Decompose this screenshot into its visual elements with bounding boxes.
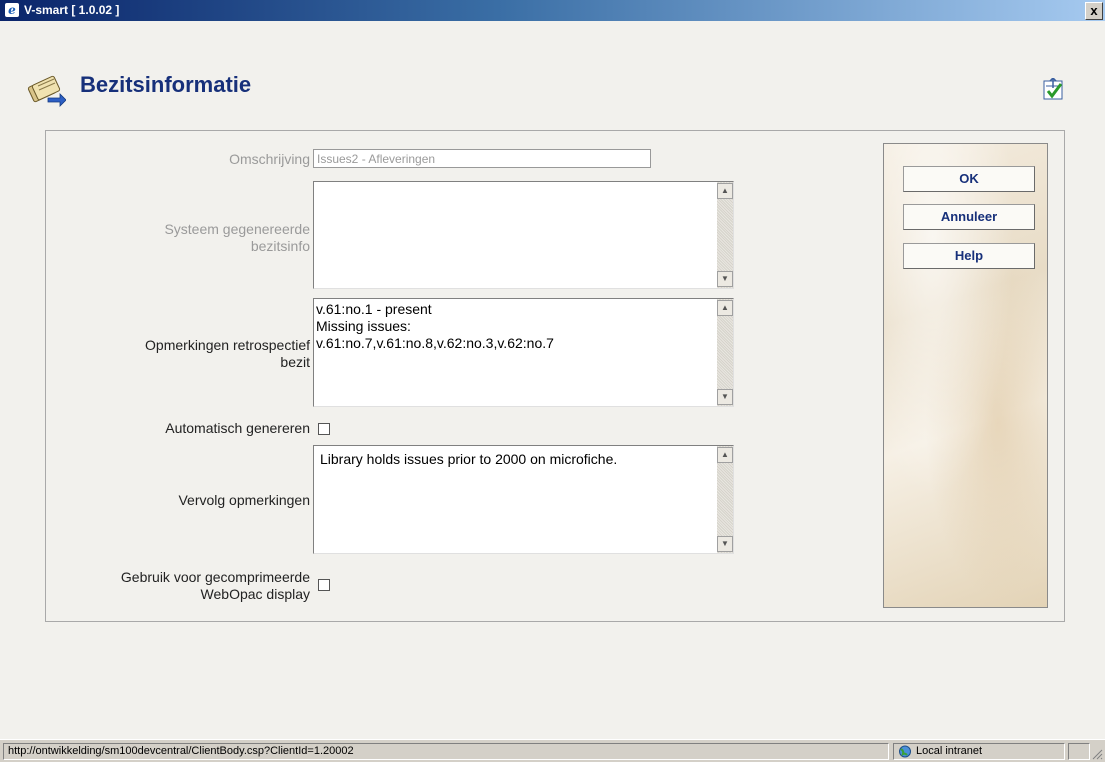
opmerkingen-retro-scrollbar[interactable]: ▲ ▼ <box>717 299 733 406</box>
opmerkingen-retro-label-line1: Opmerkingen retrospectief <box>145 337 310 353</box>
systeem-label-line2: bezitsinfo <box>250 238 310 254</box>
status-url: http://ontwikkelding/sm100devcentral/Cli… <box>3 743 889 760</box>
systeem-textarea[interactable]: ▲ ▼ <box>313 181 734 289</box>
omschrijving-label: Omschrijving <box>229 151 310 167</box>
automatisch-label: Automatisch genereren <box>165 420 310 436</box>
status-bar: http://ontwikkelding/sm100devcentral/Cli… <box>0 739 1105 762</box>
button-panel: OK Annuleer Help <box>883 143 1048 608</box>
scroll-down-icon[interactable]: ▼ <box>717 271 733 287</box>
vervolg-textarea[interactable]: Library holds issues prior to 2000 on mi… <box>313 445 734 554</box>
holdings-icon <box>27 75 66 107</box>
close-button[interactable]: x <box>1085 2 1103 20</box>
status-segment <box>1068 743 1090 760</box>
opmerkingen-retro-textarea[interactable]: v.61:no.1 - present Missing issues: v.61… <box>313 298 734 407</box>
browser-icon: e <box>5 3 19 17</box>
scroll-down-icon[interactable]: ▼ <box>717 389 733 405</box>
navigate-check-icon[interactable] <box>1043 78 1065 100</box>
ok-button[interactable]: OK <box>903 166 1035 192</box>
scroll-up-icon[interactable]: ▲ <box>717 183 733 199</box>
annuleer-button[interactable]: Annuleer <box>903 204 1035 230</box>
opmerkingen-retro-value: v.61:no.1 - present Missing issues: v.61… <box>316 301 554 351</box>
page-title: Bezitsinformatie <box>80 72 252 97</box>
globe-icon <box>899 745 911 758</box>
scroll-down-icon[interactable]: ▼ <box>717 536 733 552</box>
systeem-label-line1: Systeem gegenereerde <box>164 221 310 237</box>
security-zone: Local intranet <box>893 743 1065 760</box>
gebruik-checkbox[interactable] <box>318 579 330 591</box>
gebruik-label: Gebruik voor gecomprimeerde WebOpac disp… <box>40 569 310 603</box>
vervolg-value: Library holds issues prior to 2000 on mi… <box>320 451 618 467</box>
window-title: V-smart [ 1.0.02 ] <box>24 3 120 17</box>
systeem-scrollbar[interactable]: ▲ ▼ <box>717 182 733 288</box>
opmerkingen-retro-label: Opmerkingen retrospectief bezit <box>60 337 310 371</box>
vervolg-scrollbar[interactable]: ▲ ▼ <box>717 446 733 553</box>
automatisch-checkbox[interactable] <box>318 423 330 435</box>
window-title-bar: e V-smart [ 1.0.02 ] x <box>0 0 1105 21</box>
resize-grip-icon[interactable] <box>1091 748 1103 760</box>
zone-label: Local intranet <box>916 745 983 757</box>
help-button[interactable]: Help <box>903 243 1035 269</box>
omschrijving-field[interactable]: Issues2 - Afleveringen <box>313 149 651 168</box>
systeem-label: Systeem gegenereerde bezitsinfo <box>60 221 310 255</box>
scroll-up-icon[interactable]: ▲ <box>717 447 733 463</box>
vervolg-label: Vervolg opmerkingen <box>178 492 310 508</box>
gebruik-label-line1: Gebruik voor gecomprimeerde <box>120 569 310 585</box>
gebruik-label-line2: WebOpac display <box>200 586 310 602</box>
opmerkingen-retro-label-line2: bezit <box>280 354 310 370</box>
scroll-up-icon[interactable]: ▲ <box>717 300 733 316</box>
